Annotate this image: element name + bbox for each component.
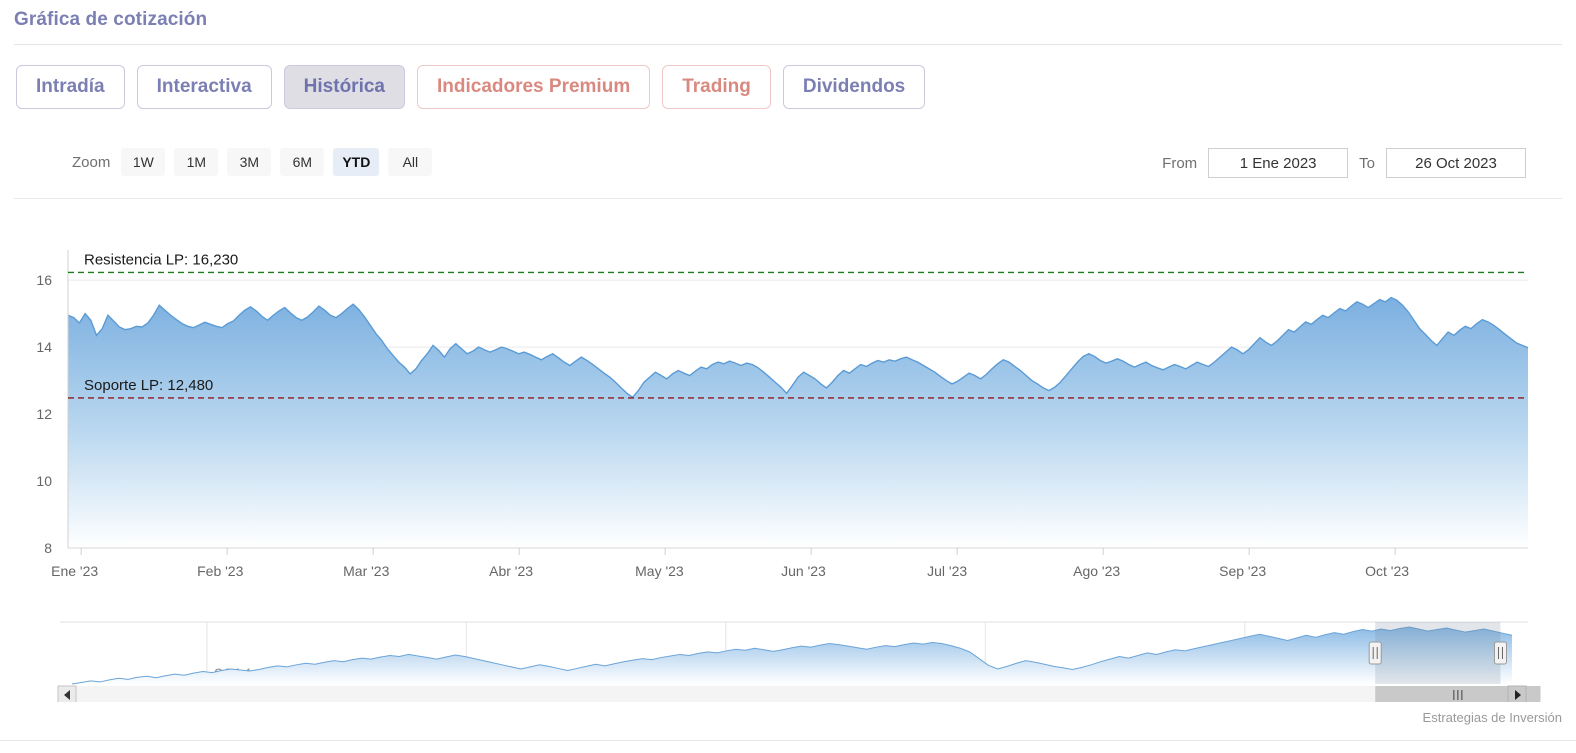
range-controls: Zoom 1W 1M 3M 6M YTD All From 1 Ene 2023 To 2… bbox=[0, 148, 1576, 186]
to-label: To bbox=[1359, 155, 1375, 172]
tab-dividendos[interactable]: Dividendos bbox=[783, 65, 925, 109]
zoom-button-all[interactable]: All bbox=[388, 148, 432, 176]
scroll-right-button[interactable] bbox=[1508, 686, 1526, 702]
annotation-label-resistencia: Resistencia LP: 16,230 bbox=[84, 251, 238, 268]
y-axis-tick: 16 bbox=[36, 272, 52, 288]
x-axis-tick: Oct '23 bbox=[1365, 563, 1409, 579]
from-date-input[interactable]: 1 Ene 2023 bbox=[1208, 148, 1348, 178]
page-title: Gráfica de cotización bbox=[14, 9, 207, 31]
title-divider bbox=[14, 44, 1562, 45]
tab-intradía[interactable]: Intradía bbox=[16, 65, 125, 109]
main-chart[interactable]: 8 10 12 14 16 Resistencia LP: 16,230 Soporte L… bbox=[0, 208, 1576, 598]
scroll-left-button[interactable] bbox=[58, 686, 76, 702]
from-label: From bbox=[1162, 155, 1197, 172]
y-axis-tick: 8 bbox=[44, 540, 52, 556]
zoom-button-3m[interactable]: 3M bbox=[227, 148, 271, 176]
chart-navigator[interactable]: 20142016201820202022 bbox=[0, 612, 1576, 702]
x-axis-tick: Jul '23 bbox=[927, 563, 967, 579]
chart-tabs: Intradía Interactiva Histórica Indicadores … bbox=[16, 65, 925, 109]
page-bottom-divider bbox=[0, 740, 1576, 741]
navigator-area-fill bbox=[72, 627, 1512, 684]
range-divider bbox=[14, 198, 1562, 199]
y-axis-tick: 10 bbox=[36, 473, 52, 489]
tab-indicadores-premium[interactable]: Indicadores Premium bbox=[417, 65, 650, 109]
zoom-group: Zoom 1W 1M 3M 6M YTD All bbox=[72, 148, 432, 176]
x-axis-tick: Jun '23 bbox=[781, 563, 826, 579]
zoom-button-1w[interactable]: 1W bbox=[121, 148, 165, 176]
x-axis-tick: Sep '23 bbox=[1219, 563, 1266, 579]
annotation-label-soporte: Soporte LP: 12,480 bbox=[84, 377, 213, 394]
navigator-handle-left[interactable] bbox=[1369, 642, 1381, 664]
tab-trading[interactable]: Trading bbox=[662, 65, 771, 109]
y-axis-tick: 12 bbox=[36, 406, 52, 422]
y-axis-tick: 14 bbox=[36, 339, 52, 355]
date-range-group: From 1 Ene 2023 To 26 Oct 2023 bbox=[1162, 148, 1526, 178]
x-axis-tick: Mar '23 bbox=[343, 563, 389, 579]
tab-histórica[interactable]: Histórica bbox=[284, 65, 405, 109]
x-axis-tick: Abr '23 bbox=[489, 563, 533, 579]
quote-chart-page: Gráfica de cotización Intradía Interactiv… bbox=[0, 0, 1576, 753]
tab-interactiva[interactable]: Interactiva bbox=[137, 65, 272, 109]
x-axis-tick: Ene '23 bbox=[51, 563, 98, 579]
x-axis-tick: Ago '23 bbox=[1073, 563, 1120, 579]
zoom-button-6m[interactable]: 6M bbox=[280, 148, 324, 176]
navigator-selection[interactable] bbox=[1375, 622, 1500, 684]
price-area-fill bbox=[68, 298, 1528, 548]
chart-credit: Estrategias de Inversión bbox=[1423, 710, 1562, 725]
x-axis-tick: Feb '23 bbox=[197, 563, 243, 579]
navigator-handle-right[interactable] bbox=[1494, 642, 1506, 664]
zoom-button-1m[interactable]: 1M bbox=[174, 148, 218, 176]
x-axis-tick: May '23 bbox=[635, 563, 684, 579]
to-date-input[interactable]: 26 Oct 2023 bbox=[1386, 148, 1526, 178]
zoom-label: Zoom bbox=[72, 154, 110, 171]
zoom-button-ytd[interactable]: YTD bbox=[333, 148, 379, 176]
